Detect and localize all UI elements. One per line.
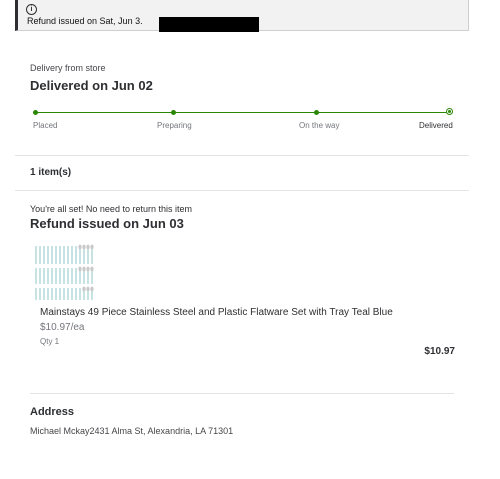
item-count: 1 item(s) <box>30 167 72 178</box>
divider <box>15 155 469 156</box>
refund-banner: i Refund issued on Sat, Jun 3. <box>15 0 469 32</box>
unit-price: $10.97/ea <box>40 322 85 333</box>
address-line: Michael Mckay2431 Alma St, Alexandria, L… <box>30 426 234 436</box>
refund-title: Refund issued on Jun 03 <box>30 216 184 231</box>
step-label-placed: Placed <box>33 121 58 130</box>
redacted-area <box>159 17 259 32</box>
divider <box>15 190 469 191</box>
quantity: Qty 1 <box>40 337 60 346</box>
line-total: $10.97 <box>424 346 455 357</box>
info-icon: i <box>26 4 37 15</box>
step-label-delivered: Delivered <box>419 121 453 130</box>
step-dot-delivered <box>446 108 453 115</box>
step-dot-preparing <box>171 110 176 115</box>
step-dot-on-the-way <box>314 110 319 115</box>
step-dot-placed <box>33 110 38 115</box>
step-label-on-the-way: On the way <box>299 121 340 130</box>
product-image[interactable] <box>34 242 96 302</box>
divider <box>30 393 454 394</box>
delivery-status-title: Delivered on Jun 02 <box>30 78 153 93</box>
banner-message: Refund issued on Sat, Jun 3. <box>27 16 143 26</box>
product-name[interactable]: Mainstays 49 Piece Stainless Steel and P… <box>40 307 393 318</box>
address-title: Address <box>30 406 75 418</box>
progress-track <box>33 112 451 113</box>
delivery-source: Delivery from store <box>30 63 106 73</box>
return-note: You're all set! No need to return this i… <box>30 204 192 214</box>
step-label-preparing: Preparing <box>157 121 192 130</box>
